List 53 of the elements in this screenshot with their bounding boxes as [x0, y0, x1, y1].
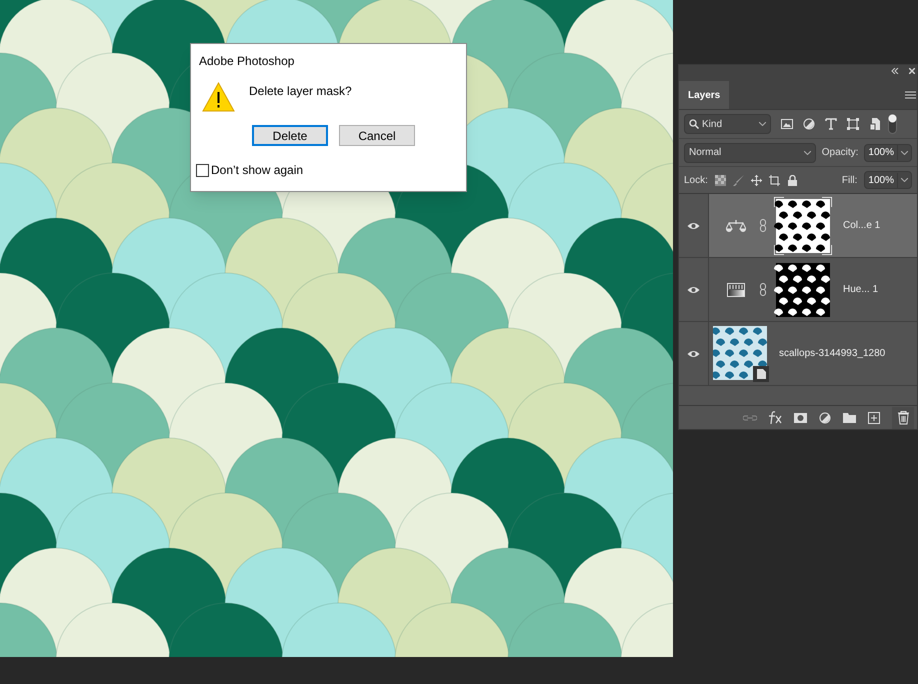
opacity-label: Opacity: [822, 146, 858, 160]
layer-name: Col...e 1 [843, 219, 880, 233]
scales-icon [726, 218, 746, 232]
opacity-field[interactable]: 100% [864, 144, 912, 162]
folder-icon [843, 412, 856, 423]
dialog-message: Delete layer mask? [249, 83, 352, 100]
filter-dropdown[interactable]: Kind [684, 114, 771, 134]
chevron-down-icon [901, 178, 908, 182]
chevron-down-icon [901, 150, 908, 154]
chevron-down-icon [804, 150, 811, 154]
half-circle-icon [819, 412, 831, 424]
trash-button[interactable] [892, 406, 914, 428]
image-filter-icon [781, 118, 793, 130]
dialog-button[interactable]: Delete [252, 125, 328, 146]
chevron-down-icon [759, 122, 766, 126]
checker-icon [714, 174, 726, 186]
blend-mode-dropdown[interactable]: Normal [684, 142, 816, 162]
dialog-button[interactable]: Cancel [339, 125, 415, 146]
fx-icon [769, 411, 782, 424]
half-circle-icon [803, 118, 815, 130]
mask-icon [794, 412, 807, 422]
document-icon [869, 118, 881, 130]
collapse-icon [891, 68, 899, 74]
brush-icon [732, 174, 744, 186]
image-thumbnail-icon [713, 326, 769, 382]
fill-field[interactable]: 100% [864, 171, 912, 189]
close-icon [909, 68, 915, 74]
lock-icon [786, 174, 798, 186]
layer-row[interactable]: Col...e 1 [709, 194, 917, 257]
search-icon [689, 119, 699, 129]
gradient-bars-icon [727, 282, 745, 296]
checkbox[interactable] [196, 164, 209, 176]
mask-thumbnail-icon [774, 260, 832, 318]
layer-name: Hue... 1 [843, 283, 878, 297]
move-icon [750, 174, 762, 186]
link-icon [760, 219, 766, 232]
link-icon [760, 283, 766, 296]
dialog-title: Adobe Photoshop [198, 53, 296, 70]
crop-icon [768, 174, 780, 186]
trash-icon [896, 410, 910, 424]
new-layer-icon [868, 412, 880, 424]
menu-icon [905, 91, 916, 99]
fill-label: Fill: [842, 174, 858, 188]
layer-name: scallops-3144993_1280 [779, 347, 886, 361]
layers-tab[interactable]: Layers [679, 81, 730, 109]
mask-thumbnail-icon [774, 196, 832, 254]
lock-label: Lock: [684, 174, 708, 188]
checkbox-label: Don’t show again [211, 162, 304, 179]
warning-icon [202, 82, 235, 112]
text-icon [825, 118, 837, 130]
link-icon [743, 414, 757, 422]
transform-icon [847, 118, 859, 130]
toggle-switch-icon [888, 114, 897, 134]
